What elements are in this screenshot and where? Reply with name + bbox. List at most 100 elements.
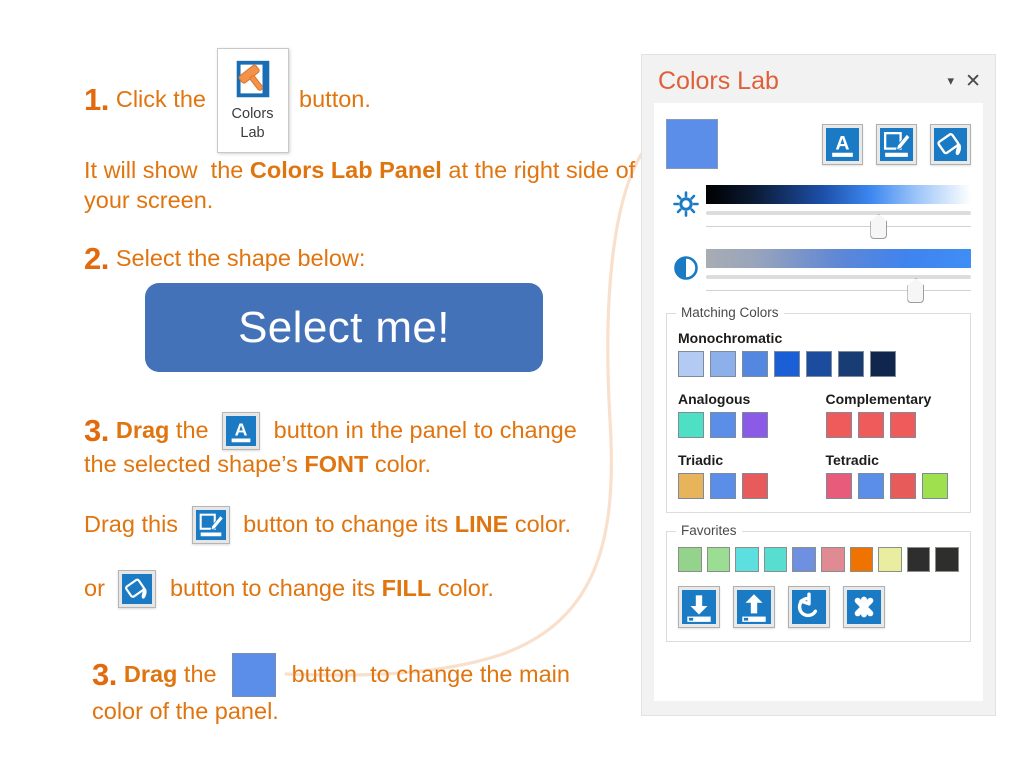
main-color-swatch[interactable] bbox=[666, 119, 718, 169]
undo-icon bbox=[792, 590, 826, 624]
contrast-slider-row bbox=[666, 249, 971, 303]
fill-color-tool-button[interactable] bbox=[930, 123, 971, 165]
swatch[interactable] bbox=[742, 473, 768, 499]
contrast-track[interactable] bbox=[706, 278, 971, 303]
step-3-drag-word: Drag bbox=[115, 416, 170, 443]
line-step-bold: LINE bbox=[454, 511, 509, 538]
analogous-column: Analogous bbox=[678, 385, 812, 438]
ribbon-button-caption-line2: Lab bbox=[240, 124, 265, 141]
reset-favorites-button[interactable] bbox=[788, 586, 830, 628]
note-pre-text: It will show the bbox=[84, 157, 250, 183]
line-color-button-inline[interactable] bbox=[191, 505, 230, 544]
swatch[interactable] bbox=[870, 351, 896, 377]
monochromatic-swatches bbox=[678, 351, 959, 377]
panel-title: Colors Lab bbox=[658, 66, 779, 95]
swatch[interactable] bbox=[710, 412, 736, 438]
matching-colors-group: Matching Colors Monochromatic Analogous bbox=[666, 305, 971, 513]
select-me-label: Select me! bbox=[238, 302, 450, 352]
instruction-fill-color: or button to change its FILL color. bbox=[84, 569, 644, 608]
swatch[interactable] bbox=[838, 351, 864, 377]
swatch[interactable] bbox=[921, 473, 948, 499]
fill-step-pre: or bbox=[84, 575, 112, 602]
instruction-line-color: Drag this button to change its LINE colo… bbox=[84, 505, 644, 544]
main-step-mid: button to change the main bbox=[285, 661, 570, 688]
favorite-swatch[interactable] bbox=[849, 547, 874, 572]
font-color-icon: A bbox=[826, 127, 859, 161]
swatch[interactable] bbox=[806, 351, 832, 377]
line-color-tool-button[interactable] bbox=[876, 123, 917, 165]
line-step-post: color. bbox=[508, 511, 571, 538]
clear-favorites-button[interactable] bbox=[843, 586, 885, 628]
favorite-swatch[interactable] bbox=[906, 547, 931, 572]
brightness-slider-thumb[interactable] bbox=[870, 214, 888, 239]
contrast-track-upper bbox=[706, 275, 971, 279]
close-icon[interactable]: ✕ bbox=[965, 70, 981, 93]
step-2-number: 2. bbox=[84, 241, 109, 277]
contrast-slider[interactable] bbox=[706, 249, 971, 303]
upload-icon bbox=[737, 590, 771, 624]
brightness-slider[interactable] bbox=[706, 185, 971, 239]
chevron-down-icon[interactable]: ▾ bbox=[948, 73, 955, 89]
swatch[interactable] bbox=[678, 351, 704, 377]
favorite-swatch[interactable] bbox=[763, 547, 788, 572]
swatch[interactable] bbox=[742, 412, 768, 438]
panel-header: Colors Lab ▾ ✕ bbox=[642, 55, 995, 107]
fill-step-post: color. bbox=[431, 575, 494, 602]
fill-color-button-inline[interactable] bbox=[118, 569, 157, 608]
note-line2-text: your screen. bbox=[84, 186, 214, 213]
font-color-button-inline[interactable]: A bbox=[222, 411, 261, 450]
swatch[interactable] bbox=[678, 412, 704, 438]
favorite-swatch[interactable] bbox=[878, 547, 902, 572]
favorite-swatch[interactable] bbox=[735, 547, 759, 572]
swatch[interactable] bbox=[857, 473, 884, 499]
fill-step-bold: FILL bbox=[381, 575, 432, 602]
save-favorites-button[interactable] bbox=[678, 586, 720, 628]
fill-color-icon bbox=[122, 573, 153, 604]
favorite-swatch[interactable] bbox=[820, 547, 845, 572]
fill-step-mid: button to change its bbox=[163, 575, 382, 602]
panel-body: A Matching Colors Monochromatic Analogou… bbox=[654, 103, 983, 701]
font-color-tool-button[interactable]: A bbox=[822, 123, 863, 165]
favorites-action-row bbox=[678, 586, 959, 628]
line-color-icon bbox=[880, 127, 913, 161]
tool-button-group: A bbox=[822, 123, 971, 165]
load-favorites-button[interactable] bbox=[733, 586, 775, 628]
step-3-number: 3. bbox=[84, 413, 109, 449]
favorite-swatch[interactable] bbox=[706, 547, 731, 572]
complementary-column: Complementary bbox=[825, 385, 960, 438]
swatch[interactable] bbox=[889, 473, 916, 499]
svg-text:A: A bbox=[235, 419, 248, 439]
svg-text:A: A bbox=[835, 132, 849, 154]
brightness-track[interactable] bbox=[706, 214, 971, 239]
triadic-column: Triadic bbox=[678, 446, 812, 499]
note-bold-text: Colors Lab Panel bbox=[249, 157, 442, 183]
instruction-step-3-font: 3. Drag the A button in the panel to cha… bbox=[84, 411, 644, 480]
select-me-shape[interactable]: Select me! bbox=[145, 283, 543, 372]
swatch[interactable] bbox=[742, 351, 768, 377]
swatch[interactable] bbox=[710, 473, 736, 499]
main-color-swatch-inline[interactable] bbox=[232, 652, 277, 697]
swatch[interactable] bbox=[774, 351, 800, 377]
font-color-icon: A bbox=[226, 415, 257, 446]
swatch[interactable] bbox=[889, 412, 916, 438]
swatch[interactable] bbox=[678, 473, 704, 499]
favorite-swatch[interactable] bbox=[935, 547, 959, 572]
favorite-swatch[interactable] bbox=[678, 547, 702, 572]
swatch[interactable] bbox=[857, 412, 884, 438]
main-step-drag-word: Drag bbox=[123, 661, 178, 688]
swatch[interactable] bbox=[825, 473, 852, 499]
favorites-group: Favorites bbox=[666, 523, 971, 642]
main-step-number: 3. bbox=[92, 657, 117, 693]
step-2-text: Select the shape below: bbox=[115, 244, 366, 271]
complementary-label: Complementary bbox=[825, 391, 932, 407]
contrast-slider-thumb[interactable] bbox=[907, 278, 925, 303]
swatch[interactable] bbox=[825, 412, 852, 438]
swatch[interactable] bbox=[710, 351, 736, 377]
analogous-swatches bbox=[678, 412, 812, 438]
colors-lab-panel: Colors Lab ▾ ✕ A Matching Colors Monochr… bbox=[641, 54, 996, 716]
download-icon bbox=[682, 590, 716, 624]
colors-lab-ribbon-button[interactable]: Colors Lab bbox=[216, 47, 289, 153]
complementary-swatches bbox=[825, 412, 960, 438]
analogous-complementary-row: Analogous Complementary bbox=[678, 385, 959, 438]
favorite-swatch[interactable] bbox=[792, 547, 816, 572]
